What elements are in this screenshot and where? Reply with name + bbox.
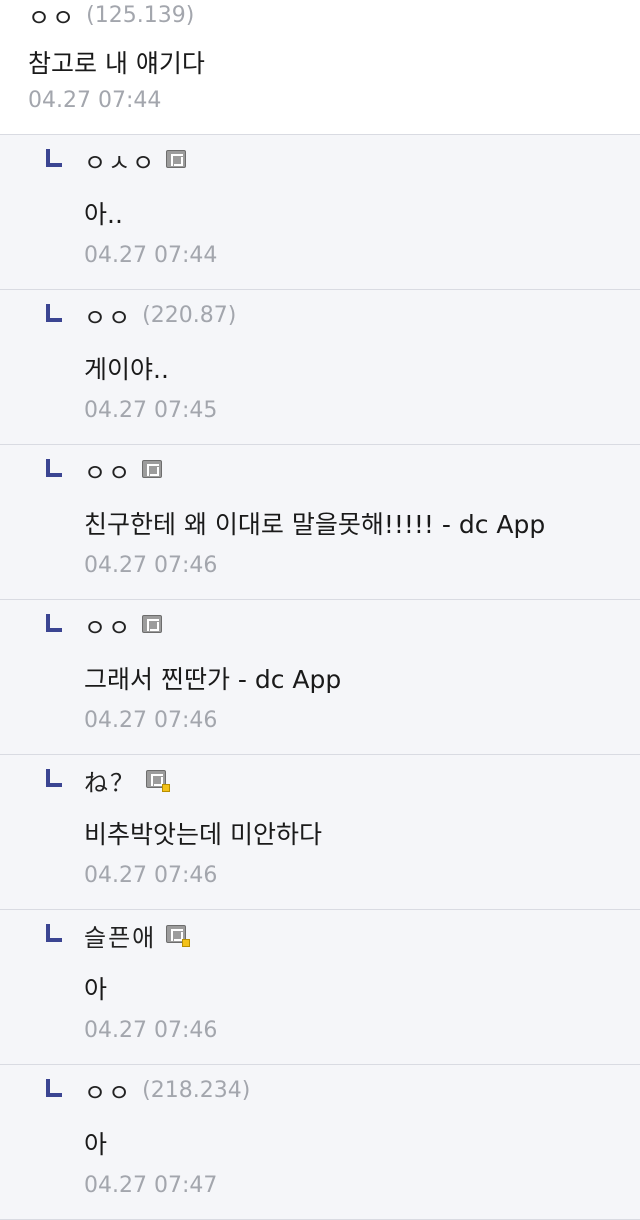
reply-body: 친구한테 왜 이대로 말을못해!!!!! - dc App <box>84 510 546 539</box>
reply-timestamp: 04.27 07:46 <box>84 553 218 578</box>
fixed-nick-icon <box>142 460 164 480</box>
reply-arrow-icon <box>46 149 64 167</box>
reply-comment: ㅇㅇ (220.87) 게이야.. 04.27 07:45 <box>0 290 640 445</box>
reply-timestamp: 04.27 07:46 <box>84 1018 218 1043</box>
comment-author-line: ㅇㅇ (125.139) <box>28 0 195 33</box>
reply-timestamp: 04.27 07:46 <box>84 863 218 888</box>
reply-author-line: 슬픈애 <box>84 918 191 953</box>
author-nickname[interactable]: ㅇㅇ <box>84 298 132 333</box>
author-ip: (125.139) <box>86 2 195 28</box>
reply-body: 아.. <box>84 200 123 229</box>
reply-comment: ㅇㅇ 친구한테 왜 이대로 말을못해!!!!! - dc App 04.27 0… <box>0 445 640 600</box>
reply-body: 그래서 찐딴가 - dc App <box>84 665 342 694</box>
reply-body: 아 <box>84 975 108 1004</box>
reply-author-line: ㅇㅇ (218.234) <box>84 1073 250 1107</box>
reply-timestamp: 04.27 07:46 <box>84 708 218 733</box>
reply-comment: ね？ 비추박앗는데 미안하다 04.27 07:46 <box>0 755 640 910</box>
author-nickname[interactable]: ㅇㅇ <box>28 0 76 33</box>
author-nickname[interactable]: ㅇㅇ <box>84 453 132 488</box>
reply-arrow-icon <box>46 614 64 632</box>
reply-author-line: ㅇㅇ (220.87) <box>84 298 236 332</box>
comment-timestamp: 04.27 07:44 <box>28 88 162 113</box>
reply-timestamp: 04.27 07:47 <box>84 1173 218 1198</box>
reply-author-line: ㅇㅇ <box>84 608 164 642</box>
author-nickname[interactable]: ㅇㅅㅇ <box>84 143 156 178</box>
reply-body: 게이야.. <box>84 355 169 384</box>
semi-fixed-nick-icon <box>146 770 170 792</box>
reply-body: 비추박앗는데 미안하다 <box>84 820 322 849</box>
author-nickname[interactable]: ね？ <box>84 763 136 798</box>
author-ip: (220.87) <box>142 302 237 328</box>
author-nickname[interactable]: 슬픈애 <box>84 918 156 953</box>
comment-body: 참고로 내 얘기다 <box>28 49 205 78</box>
author-ip: (218.234) <box>142 1077 251 1103</box>
reply-author-line: ㅇㅅㅇ <box>84 143 188 177</box>
author-nickname[interactable]: ㅇㅇ <box>84 1073 132 1108</box>
reply-arrow-icon <box>46 459 64 477</box>
reply-timestamp: 04.27 07:44 <box>84 243 218 268</box>
reply-arrow-icon <box>46 769 64 787</box>
reply-author-line: ね？ <box>84 763 170 798</box>
fixed-nick-icon <box>166 150 188 170</box>
semi-fixed-nick-icon <box>166 925 191 947</box>
reply-author-line: ㅇㅇ <box>84 453 164 487</box>
reply-comment: 슬픈애 아 04.27 07:46 <box>0 910 640 1065</box>
reply-arrow-icon <box>46 304 64 322</box>
author-nickname[interactable]: ㅇㅇ <box>84 608 132 643</box>
reply-arrow-icon <box>46 924 64 942</box>
reply-comment: ㅇㅇ 그래서 찐딴가 - dc App 04.27 07:46 <box>0 600 640 755</box>
reply-timestamp: 04.27 07:45 <box>84 398 218 423</box>
reply-arrow-icon <box>46 1079 64 1097</box>
reply-comment: ㅇㅅㅇ 아.. 04.27 07:44 <box>0 135 640 290</box>
reply-body: 아 <box>84 1130 108 1159</box>
reply-comment: ㅇㅇ (218.234) 아 04.27 07:47 <box>0 1065 640 1220</box>
top-comment: ㅇㅇ (125.139) 참고로 내 얘기다 04.27 07:44 <box>0 0 640 135</box>
fixed-nick-icon <box>142 615 164 635</box>
